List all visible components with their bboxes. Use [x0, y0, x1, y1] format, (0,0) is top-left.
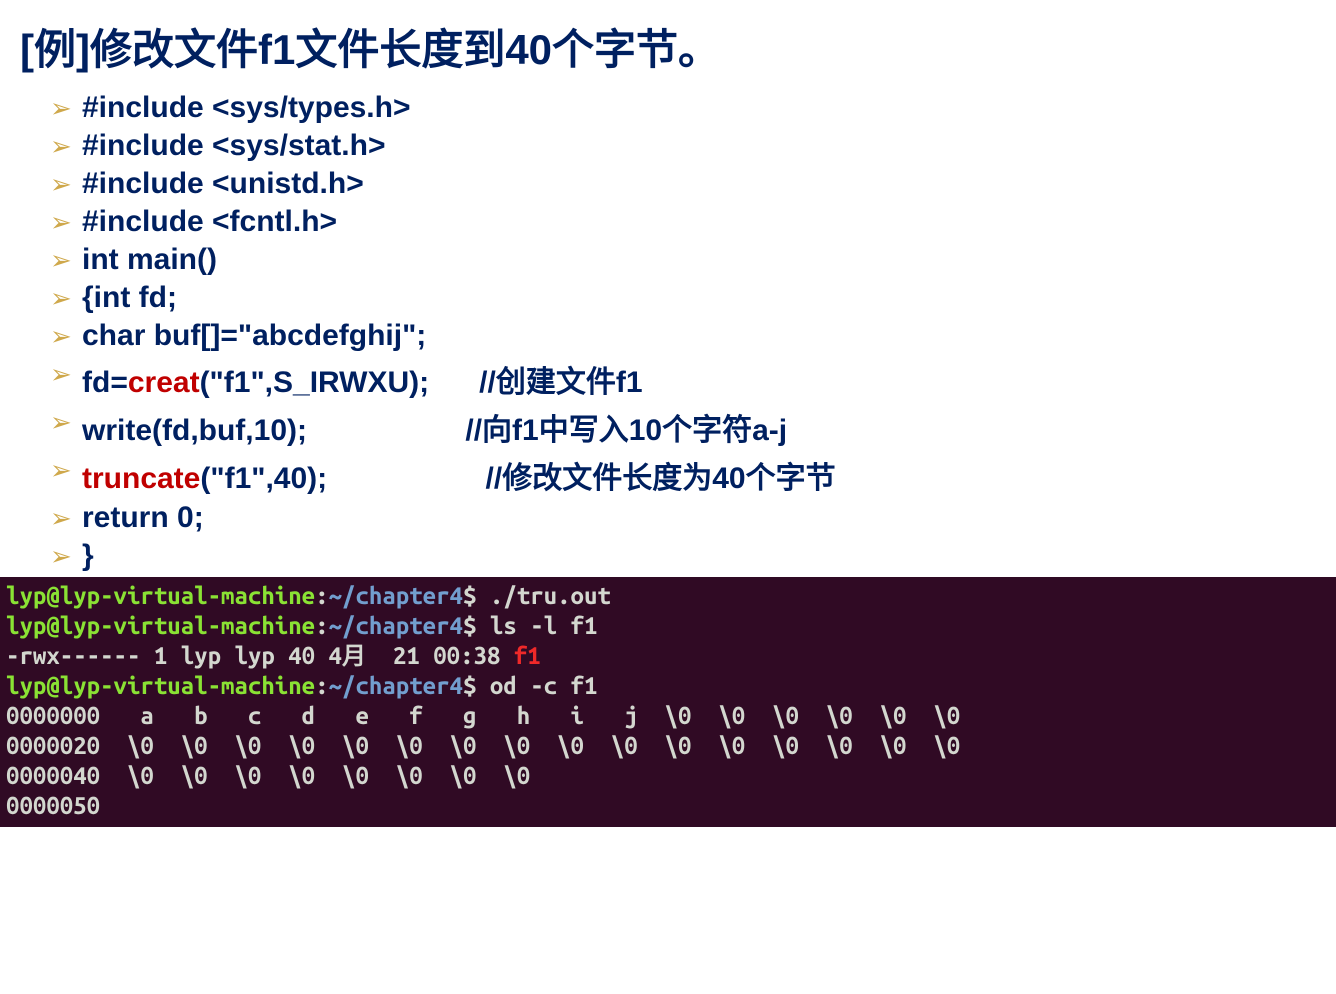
filename: f1: [514, 642, 541, 669]
slide-title: [例]修改文件f1文件长度到40个字节。: [20, 16, 1316, 77]
terminal-path: ~/chapter4: [329, 612, 463, 639]
terminal-cmd: ./tru.out: [490, 582, 611, 609]
code-line: #include <sys/stat.h>: [50, 129, 1316, 163]
code-line: int main(): [50, 243, 1316, 277]
code-line: {int fd;: [50, 281, 1316, 315]
code-line: truncate("f1",40); //修改文件长度为40个字节: [50, 453, 1316, 497]
terminal-path: ~/chapter4: [329, 672, 463, 699]
code-line: return 0;: [50, 501, 1316, 535]
code-line: #include <unistd.h>: [50, 167, 1316, 201]
code-line: char buf[]="abcdefghij";: [50, 319, 1316, 353]
code-line: fd=creat("f1",S_IRWXU); //创建文件f1: [50, 357, 1316, 401]
code-line: write(fd,buf,10); //向f1中写入10个字符a-j: [50, 405, 1316, 449]
terminal-cmd: od -c f1: [490, 672, 598, 699]
terminal-user: lyp@lyp-virtual-machine: [6, 672, 315, 699]
code-list: #include <sys/types.h> #include <sys/sta…: [20, 91, 1316, 573]
terminal-user: lyp@lyp-virtual-machine: [6, 612, 315, 639]
code-line: #include <sys/types.h>: [50, 91, 1316, 125]
code-line: }: [50, 539, 1316, 573]
terminal-path: ~/chapter4: [329, 582, 463, 609]
terminal-output: lyp@lyp-virtual-machine:~/chapter4$ ./tr…: [0, 577, 1336, 827]
od-line: 0000000 a b c d e f g h i j \0 \0 \0 \0 …: [6, 702, 960, 729]
terminal-cmd: ls -l f1: [490, 612, 598, 639]
od-line: 0000050: [6, 792, 100, 819]
ls-output: -rwx------ 1 lyp lyp 40 4月 21 00:38: [6, 642, 514, 669]
slide-content: [例]修改文件f1文件长度到40个字节。 #include <sys/types…: [0, 0, 1336, 573]
terminal-user: lyp@lyp-virtual-machine: [6, 582, 315, 609]
code-line: #include <fcntl.h>: [50, 205, 1316, 239]
od-line: 0000020 \0 \0 \0 \0 \0 \0 \0 \0 \0 \0 \0…: [6, 732, 960, 759]
od-line: 0000040 \0 \0 \0 \0 \0 \0 \0 \0: [6, 762, 530, 789]
